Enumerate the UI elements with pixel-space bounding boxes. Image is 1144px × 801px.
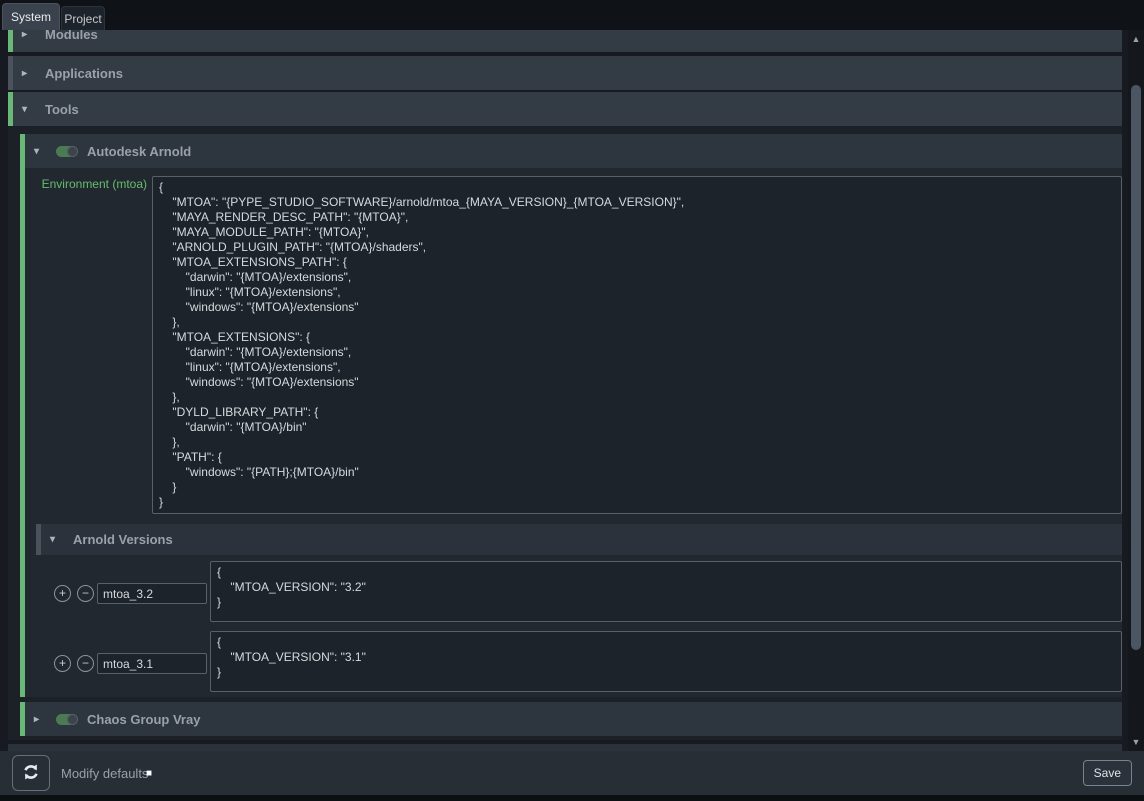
tab-system[interactable]: System	[2, 3, 60, 30]
arnold-enabled-toggle[interactable]	[56, 146, 78, 157]
scroll-up-icon[interactable]: ▲	[1128, 32, 1144, 46]
save-button[interactable]: Save	[1083, 760, 1132, 786]
version-name-input[interactable]	[97, 653, 207, 674]
remove-version-button[interactable]: −	[77, 655, 94, 672]
panel-arnold-versions-header[interactable]: ▾ Arnold Versions	[36, 524, 1122, 555]
section-applications-label: Applications	[45, 66, 123, 81]
chevron-down-icon: ▾	[22, 104, 36, 115]
add-version-button[interactable]: +	[54, 585, 71, 602]
vray-title: Chaos Group Vray	[87, 712, 200, 727]
remove-version-button[interactable]: −	[77, 585, 94, 602]
scroll-down-icon[interactable]: ▼	[1128, 735, 1144, 749]
modified-marker-icon: ■	[146, 751, 152, 795]
modify-defaults-label: Modify defaults	[61, 751, 148, 795]
panel-chaos-group-vray[interactable]: ▸ Chaos Group Vray	[20, 702, 1122, 736]
version-name-input[interactable]	[97, 583, 207, 604]
chevron-right-icon: ▸	[34, 714, 48, 725]
section-tools[interactable]: ▾ Tools	[8, 92, 1122, 126]
window-bottom-strip	[0, 795, 1144, 801]
environment-mtoa-editor[interactable]: { "MTOA": "{PYPE_STUDIO_SOFTWARE}/arnold…	[152, 176, 1122, 514]
panel-autodesk-arnold: ▾ Autodesk Arnold Environment (mtoa) { "…	[20, 134, 1122, 697]
footer-bar: Modify defaults ■ Save	[0, 751, 1144, 795]
settings-window: System Project ▸ Modules ▸ Applications …	[0, 0, 1144, 801]
arnold-versions-title: Arnold Versions	[73, 532, 173, 547]
tab-bar: System Project	[0, 0, 1144, 30]
chevron-down-icon: ▾	[50, 534, 64, 545]
panel-autodesk-arnold-header[interactable]: ▾ Autodesk Arnold	[25, 134, 1122, 168]
section-modules[interactable]: ▸ Modules	[8, 30, 1122, 52]
version-env-editor[interactable]: { "MTOA_VERSION": "3.2" }	[210, 561, 1122, 622]
arnold-title: Autodesk Arnold	[87, 144, 191, 159]
vray-enabled-toggle[interactable]	[56, 714, 78, 725]
chevron-right-icon: ▸	[22, 68, 36, 79]
section-applications[interactable]: ▸ Applications	[8, 56, 1122, 90]
next-section-partial	[8, 744, 1122, 751]
section-modules-label: Modules	[45, 30, 98, 42]
section-tools-label: Tools	[45, 102, 79, 117]
environment-mtoa-label: Environment (mtoa)	[25, 177, 147, 191]
refresh-button[interactable]	[12, 755, 50, 791]
add-version-button[interactable]: +	[54, 655, 71, 672]
refresh-icon	[21, 762, 41, 785]
chevron-down-icon: ▾	[34, 146, 48, 157]
settings-scroll-area: ▸ Modules ▸ Applications ▾ Tools ▾ Autod…	[0, 30, 1144, 751]
version-env-editor[interactable]: { "MTOA_VERSION": "3.1" }	[210, 631, 1122, 692]
tab-project[interactable]: Project	[61, 6, 105, 30]
vertical-scrollbar[interactable]: ▲ ▼	[1128, 30, 1144, 751]
chevron-right-icon: ▸	[22, 30, 36, 40]
scrollbar-thumb[interactable]	[1131, 85, 1141, 650]
